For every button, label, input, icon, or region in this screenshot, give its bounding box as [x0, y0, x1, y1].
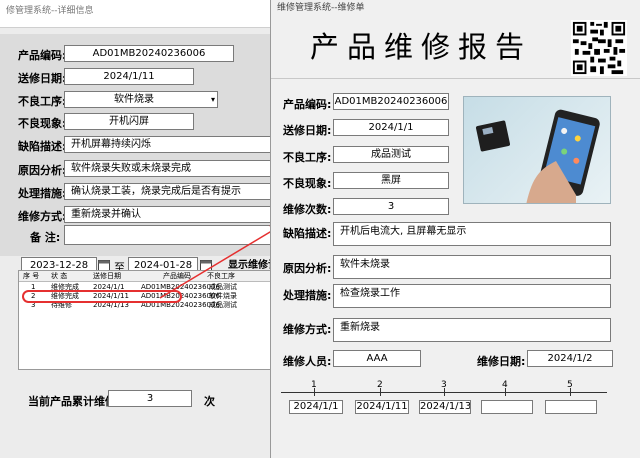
report-window-title: 维修管理系统--维修单	[277, 3, 365, 13]
total-repairs-label: 当前产品累计维修:	[28, 395, 121, 408]
timeline-date-field[interactable]: 2024/1/1	[289, 400, 343, 414]
label-action: 处理措施:	[283, 289, 332, 302]
repairer-field[interactable]: AAA	[333, 350, 421, 367]
list-header-cell: 不良工序	[207, 272, 235, 280]
action-field[interactable]: 确认烧录工装，烧录完成后是否有提示	[64, 183, 272, 200]
label-repair-date: 维修日期:	[477, 355, 526, 368]
list-header-cell: 序 号	[23, 272, 40, 280]
row-cell: 软件烧录	[209, 292, 237, 300]
report-title: 产品维修报告	[309, 30, 532, 64]
label-send-date: 送修日期:	[18, 72, 67, 85]
timeline-number: 1	[311, 380, 317, 390]
bad-process-field[interactable]: 成品测试	[333, 146, 449, 163]
label-method: 维修方式:	[283, 323, 332, 336]
product-code-field[interactable]: AD01MB20240236006	[333, 93, 449, 110]
label-send-date: 送修日期:	[283, 124, 332, 137]
repair-report-window: 维修管理系统--维修单 产品维修报告 产品编码: AD01MB202402360…	[270, 0, 640, 458]
label-product-code: 产品编码:	[18, 49, 67, 62]
repair-records-list: 序 号 状 态 送修日期 产品编码 不良工序 1 维修完成 2024/1/1 A…	[18, 270, 273, 370]
label-repairer: 维修人员:	[283, 355, 332, 368]
label-bad-process: 不良工序:	[18, 95, 67, 108]
method-field[interactable]: 重新烧录并确认	[64, 206, 272, 223]
send-date-field[interactable]: 2024/1/1	[333, 119, 449, 136]
label-action: 处理措施:	[18, 187, 67, 200]
remark-field[interactable]	[64, 225, 272, 245]
total-repairs-unit: 次	[204, 395, 215, 408]
list-header-cell: 送修日期	[93, 272, 121, 280]
send-date-field[interactable]: 2024/1/11	[64, 68, 194, 85]
label-bad-process: 不良工序:	[283, 151, 332, 164]
row-highlight	[22, 290, 182, 303]
method-field[interactable]: 重新烧录	[333, 318, 611, 342]
label-bad-symptom: 不良现象:	[283, 177, 332, 190]
label-remark: 备 注:	[30, 231, 61, 244]
list-header: 序 号 状 态 送修日期 产品编码 不良工序	[19, 271, 273, 282]
timeline-number: 3	[441, 380, 447, 390]
row-cell: 成品测试	[209, 283, 237, 291]
timeline-date-field[interactable]	[545, 400, 597, 414]
total-repairs-field[interactable]: 3	[108, 390, 192, 407]
list-header-cell: 产品编码	[163, 272, 191, 280]
label-defect-desc: 缺陷描述:	[18, 140, 67, 153]
detail-window-title: 修管理系统--详细信息	[6, 6, 94, 16]
detail-window-titlebar: 修管理系统--详细信息	[0, 0, 272, 28]
timeline-date-field[interactable]: 2024/1/13	[419, 400, 471, 414]
bad-symptom-field[interactable]: 黑屏	[333, 172, 449, 189]
timeline-date-field[interactable]: 2024/1/11	[355, 400, 409, 414]
label-defect-desc: 缺陷描述:	[283, 227, 332, 240]
row-cell: 成品测试	[209, 301, 237, 309]
defect-desc-field[interactable]: 开机后电流大, 且屏幕无显示	[333, 222, 611, 246]
list-header-cell: 状 态	[51, 272, 68, 280]
timeline-number: 4	[502, 380, 508, 390]
cause-field[interactable]: 软件未烧录	[333, 255, 611, 279]
header-divider	[271, 78, 640, 79]
label-bad-symptom: 不良现象:	[18, 117, 67, 130]
product-photo	[463, 96, 611, 204]
dropdown-arrow-icon[interactable]: ▾	[208, 92, 218, 107]
label-cause: 原因分析:	[283, 262, 332, 275]
label-repair-count: 维修次数:	[283, 203, 332, 216]
label-method: 维修方式:	[18, 210, 67, 223]
bad-process-select[interactable]: 软件烧录	[64, 91, 218, 108]
detail-window: 修管理系统--详细信息 产品编码: AD01MB20240236006 送修日期…	[0, 0, 278, 458]
bad-symptom-field[interactable]: 开机闪屏	[64, 113, 194, 130]
action-field[interactable]: 检查烧录工作	[333, 284, 611, 308]
product-code-field[interactable]: AD01MB20240236006	[64, 45, 234, 62]
label-cause: 原因分析:	[18, 164, 67, 177]
timeline-number: 5	[567, 380, 573, 390]
repair-date-field[interactable]: 2024/1/2	[527, 350, 613, 367]
qr-code-icon	[571, 20, 627, 76]
repair-count-field[interactable]: 3	[333, 198, 449, 215]
timeline-date-field[interactable]	[481, 400, 533, 414]
defect-desc-field[interactable]: 开机屏幕持续闪烁	[64, 136, 272, 153]
timeline-number: 2	[377, 380, 383, 390]
label-product-code: 产品编码:	[283, 98, 332, 111]
cause-field[interactable]: 软件烧录失败或未烧录完成	[64, 160, 272, 177]
